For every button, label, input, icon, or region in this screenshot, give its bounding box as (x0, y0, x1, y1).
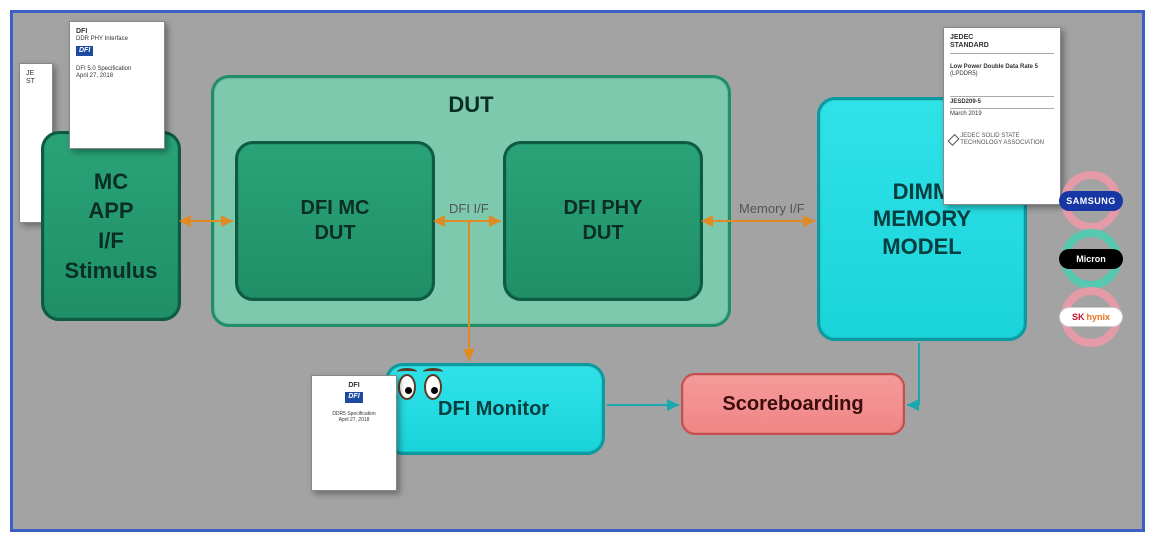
jedec-mark-icon (948, 134, 960, 146)
text: DFI MC (301, 197, 370, 219)
label-memory-if: Memory I/F (739, 201, 805, 216)
doc-spec: DFI 5.0 Specification (76, 66, 158, 73)
text: Stimulus (65, 258, 158, 283)
doc-h1: JEDEC (950, 34, 1054, 42)
dfi-mc-dut-block: DFI MC DUT (235, 141, 435, 301)
vendor-logos: SAMSUNG Micron SK hynix (1051, 171, 1141, 345)
text: DUT (582, 222, 623, 244)
eyes-icon (398, 374, 442, 404)
dut-title: DUT (448, 92, 493, 118)
scoreboarding-block: Scoreboarding (681, 373, 905, 435)
vendor-skhynix: SK hynix (1051, 287, 1131, 349)
samsung-logo: SAMSUNG (1059, 191, 1123, 211)
doc-jedec-standard: JEDEC STANDARD Low Power Double Data Rat… (943, 27, 1061, 205)
text: DUT (314, 222, 355, 244)
micron-logo: Micron (1059, 249, 1123, 269)
doc-sub: (LPDDR5) (950, 71, 1054, 78)
doc-title: DFI (76, 28, 158, 36)
text: APP (88, 198, 133, 223)
doc-date: April 27, 2018 (76, 73, 158, 80)
doc-sub: DDR PHY Interface (76, 36, 158, 43)
doc-h2: STANDARD (950, 42, 1054, 50)
dfi-phy-dut-block: DFI PHY DUT (503, 141, 703, 301)
dfi-logo: DFI (345, 392, 362, 402)
doc-text: ST (26, 78, 35, 85)
doc-org: JEDEC SOLID STATE TECHNOLOGY ASSOCIATION (960, 133, 1054, 147)
vendor-samsung: SAMSUNG (1051, 171, 1131, 233)
doc-date: April 27, 2018 (318, 417, 390, 423)
dfi-phy-text: DFI PHY DUT (564, 196, 643, 246)
scoreboard-text: Scoreboarding (722, 393, 863, 416)
diagram-frame: JE ST MC APP I/F Stimulus DFI DDR PHY In… (10, 10, 1145, 532)
dfi-mc-text: DFI MC DUT (301, 196, 370, 246)
dfi-logo: DFI (76, 46, 93, 56)
label-dfi-if: DFI I/F (449, 201, 489, 216)
dfi-monitor-block: DFI Monitor (385, 363, 605, 455)
text: MODEL (882, 234, 961, 259)
text: DFI PHY (564, 197, 643, 219)
stimulus-block: MC APP I/F Stimulus (41, 131, 181, 321)
doc-code: JESD209-5 (950, 99, 1054, 106)
skhynix-logo: SK hynix (1059, 307, 1123, 327)
vendor-micron: Micron (1051, 229, 1131, 291)
text: I/F (98, 228, 124, 253)
text: MC (94, 169, 128, 194)
stimulus-text: MC APP I/F Stimulus (65, 167, 158, 286)
doc-dfi-spec-2: DFI DFI DDR5 Specification April 27, 201… (311, 375, 397, 491)
doc-title: Low Power Double Data Rate 5 (950, 64, 1054, 71)
jedec-footer: JEDEC SOLID STATE TECHNOLOGY ASSOCIATION (950, 133, 1054, 147)
text: MEMORY (873, 206, 971, 231)
doc-dfi-spec-1: DFI DDR PHY Interface DFI DFI 5.0 Specif… (69, 21, 165, 149)
text: SK (1072, 312, 1085, 322)
text: hynix (1087, 312, 1111, 322)
doc-date: March 2019 (950, 111, 1054, 118)
doc-text: JE (26, 70, 34, 77)
diagram-stage: JE ST MC APP I/F Stimulus DFI DDR PHY In… (13, 13, 1142, 529)
doc-title: DFI (318, 382, 390, 390)
